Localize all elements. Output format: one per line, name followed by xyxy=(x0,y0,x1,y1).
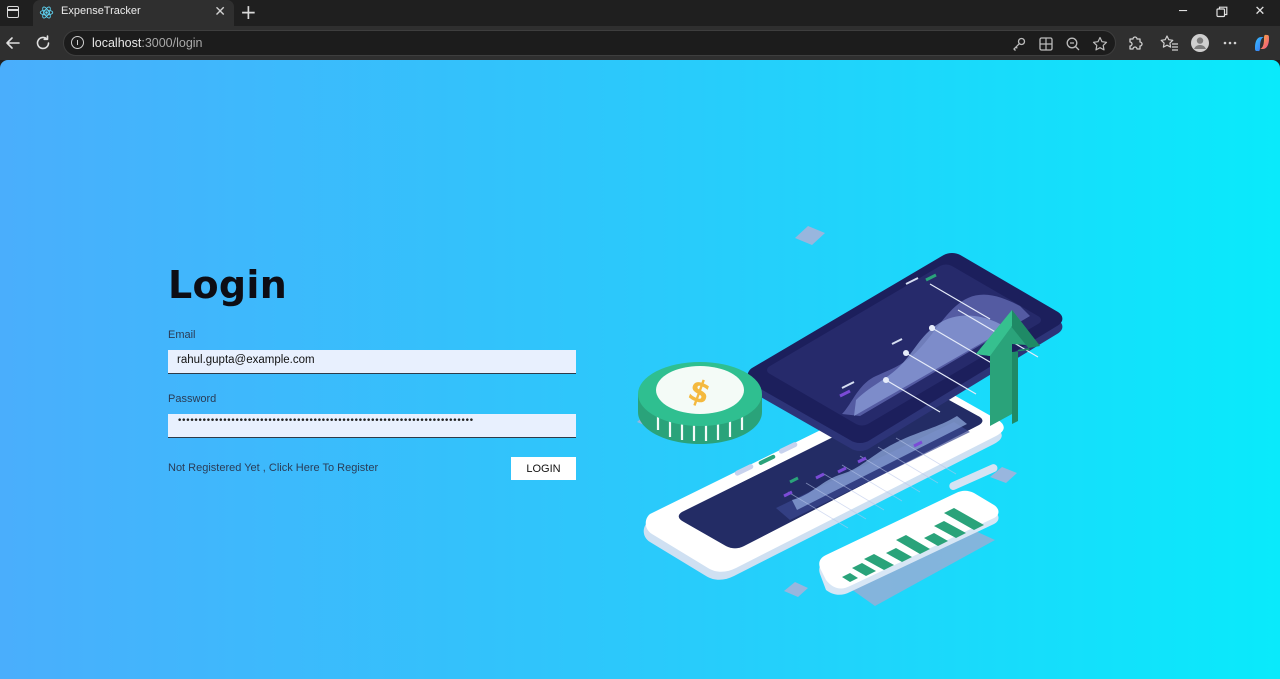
finance-phone-illustration: $ xyxy=(637,226,1063,606)
page-title: Login xyxy=(168,263,288,307)
browser-toolbar: localhost:3000/login xyxy=(0,26,1280,60)
restore-button[interactable] xyxy=(1212,3,1232,21)
login-page: Login Email rahul.gupta@example.com Pass… xyxy=(0,60,1280,679)
email-field[interactable]: rahul.gupta@example.com xyxy=(168,350,576,374)
password-label: Password xyxy=(168,393,217,405)
tab-expensetracker[interactable]: ExpenseTracker ✕ xyxy=(33,0,234,26)
zoom-out-icon[interactable] xyxy=(1064,35,1082,53)
apps-icon[interactable] xyxy=(1037,35,1055,53)
email-value: rahul.gupta@example.com xyxy=(177,354,315,366)
url-text[interactable]: localhost:3000/login xyxy=(92,36,203,50)
address-bar[interactable]: localhost:3000/login xyxy=(63,30,1116,56)
avatar-icon[interactable] xyxy=(1189,32,1211,54)
register-link[interactable]: Not Registered Yet , Click Here To Regis… xyxy=(168,462,378,474)
react-icon xyxy=(39,6,54,19)
login-button[interactable]: LOGIN xyxy=(511,457,576,480)
puzzle-icon[interactable] xyxy=(1125,32,1147,54)
password-value: ••••••••••••••••••••••••••••••••••••••••… xyxy=(177,416,474,426)
back-arrow-icon[interactable] xyxy=(2,32,24,54)
password-field[interactable]: ••••••••••••••••••••••••••••••••••••••••… xyxy=(168,414,576,438)
star-icon[interactable] xyxy=(1091,35,1109,53)
reload-icon[interactable] xyxy=(32,32,54,54)
browser-titlebar: ExpenseTracker ✕ + ─ ✕ xyxy=(0,0,1280,26)
minimize-button[interactable]: ─ xyxy=(1173,3,1193,21)
key-icon[interactable] xyxy=(1010,35,1028,53)
window-icon[interactable] xyxy=(7,6,19,18)
close-window-button[interactable]: ✕ xyxy=(1250,3,1270,21)
email-label: Email xyxy=(168,329,196,341)
favorites-icon[interactable] xyxy=(1158,32,1180,54)
new-tab-button[interactable]: + xyxy=(240,0,257,24)
copilot-icon[interactable] xyxy=(1251,32,1273,54)
more-icon[interactable] xyxy=(1219,32,1241,54)
tab-title: ExpenseTracker xyxy=(61,5,141,17)
info-icon[interactable] xyxy=(71,36,84,49)
close-icon[interactable]: ✕ xyxy=(214,3,226,21)
